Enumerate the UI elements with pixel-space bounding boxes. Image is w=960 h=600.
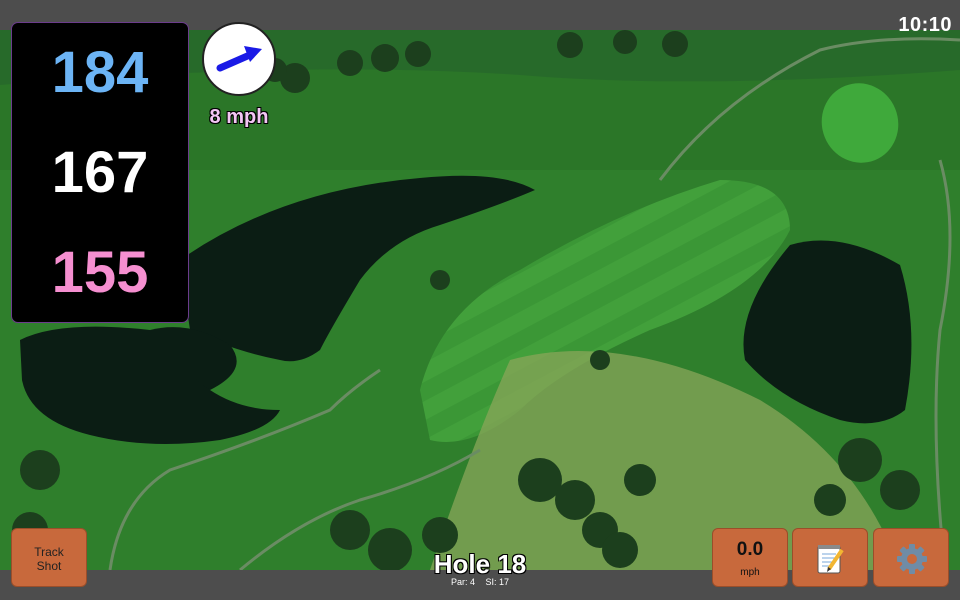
hole-title: Hole 18: [433, 549, 527, 579]
track-shot-label-line2: Shot: [36, 559, 62, 573]
settings-button[interactable]: [873, 528, 949, 587]
speed-unit: mph: [740, 567, 760, 578]
hole-stroke-index: SI: 17: [485, 577, 510, 587]
wind-speed-label: 8 mph: [209, 106, 269, 128]
status-time: 10:10: [898, 14, 952, 36]
track-shot-label-line1: Track: [34, 545, 64, 559]
distance-panel: 184 167 155: [11, 22, 189, 323]
hole-par: Par: 4: [450, 577, 475, 587]
wind-direction-indicator: [202, 22, 276, 96]
speed-value: 0.0: [736, 539, 764, 560]
notepad-pencil-icon: [817, 545, 844, 574]
distance-front-green: 155: [51, 240, 149, 305]
track-shot-button[interactable]: Track Shot: [11, 528, 87, 587]
wind-arrow-icon: [216, 46, 262, 72]
distance-back-green: 184: [51, 40, 149, 105]
hole-info: Par: 4 SI: 17: [380, 577, 580, 587]
distance-middle-green: 167: [51, 140, 149, 205]
notes-button[interactable]: [792, 528, 868, 587]
speed-button[interactable]: 0.0 mph: [712, 528, 788, 587]
gear-icon: [897, 544, 927, 574]
